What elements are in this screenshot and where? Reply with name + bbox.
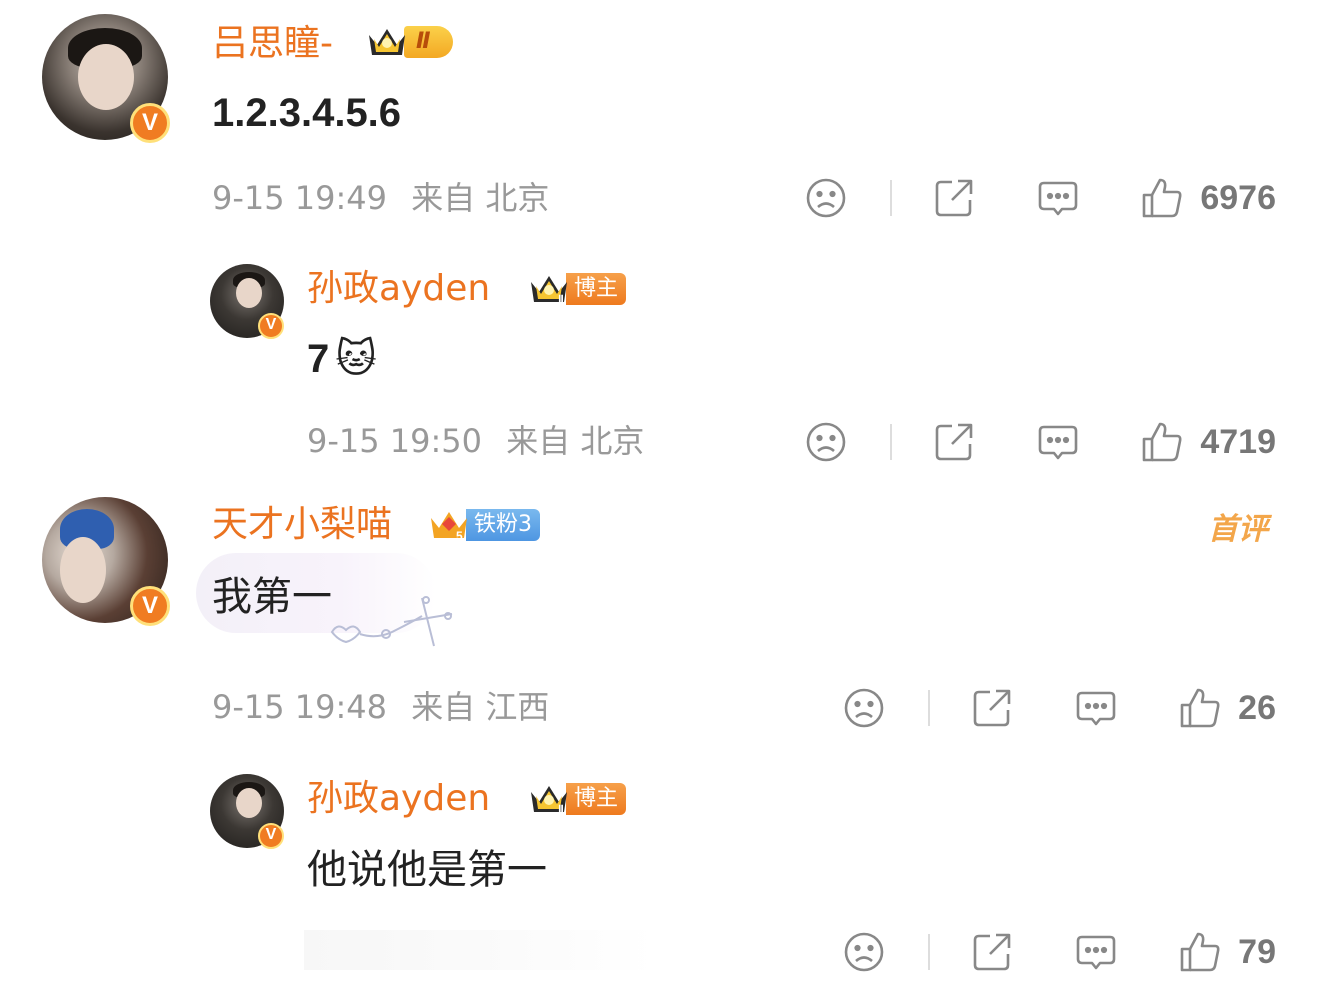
comment-text: 我第一 (212, 574, 332, 620)
divider (890, 180, 893, 216)
reply-actions: 79 (842, 928, 1276, 976)
comment-time: 9-15 19:49 (212, 179, 388, 217)
like-count: 79 (1238, 932, 1276, 971)
comment-actions: 6976 (804, 174, 1276, 222)
comment-username[interactable]: 天才小梨喵 (212, 503, 392, 547)
comment-location: 来自 北京 (411, 179, 550, 217)
meta-placeholder-bar (304, 930, 656, 970)
fan-level-tag: 铁粉3 (466, 509, 540, 541)
comment-location: 来自 江西 (411, 688, 550, 726)
verified-badge-icon: V (258, 823, 284, 849)
comment-text: 1.2.3.4.5.6 (212, 91, 402, 135)
comment-time: 9-15 19:48 (212, 688, 388, 726)
thumbs-up-icon (1140, 176, 1184, 220)
reply-actions: 4719 (804, 418, 1276, 466)
like-button[interactable]: 6976 (1140, 176, 1276, 220)
like-count: 4719 (1200, 422, 1276, 461)
sad-face-icon[interactable] (842, 686, 886, 730)
like-button[interactable]: 79 (1178, 930, 1276, 974)
comment-icon[interactable] (1036, 176, 1080, 220)
comment-icon[interactable] (1074, 930, 1118, 974)
share-icon[interactable] (932, 420, 976, 464)
sad-face-icon[interactable] (842, 930, 886, 974)
comment-icon[interactable] (1074, 686, 1118, 730)
svg-text:5: 5 (456, 529, 463, 542)
bubble-decoration-icon (326, 592, 456, 652)
like-count: 26 (1238, 688, 1276, 727)
comment-icon[interactable] (1036, 420, 1080, 464)
crown-icon: 5 (428, 508, 470, 543)
blogger-tag: 博主 (566, 783, 627, 815)
comment-meta: 9-15 19:48 来自 江西 (212, 687, 549, 727)
blogger-badge[interactable]: Ⅱ 博主 (528, 779, 627, 819)
verified-badge-icon: V (130, 586, 170, 626)
reply-location: 来自 北京 (506, 422, 645, 460)
thumbs-up-icon (1140, 420, 1184, 464)
blogger-badge[interactable]: Ⅱ 博主 (528, 269, 627, 309)
reply-meta: 9-15 19:50 来自 北京 (307, 421, 644, 461)
crown-icon (366, 25, 408, 59)
reply-username[interactable]: 孙政ayden (307, 267, 490, 311)
reply-time: 9-15 19:50 (307, 422, 483, 460)
avatar-face (60, 537, 106, 603)
crown-icon: Ⅱ (528, 782, 570, 817)
divider (890, 424, 893, 460)
comment-username[interactable]: 吕思瞳- (212, 22, 333, 66)
share-icon[interactable] (932, 176, 976, 220)
member-badge[interactable]: Ⅱ (366, 22, 453, 62)
verified-badge-icon: V (130, 103, 170, 143)
fan-badge[interactable]: 5 铁粉3 (428, 505, 540, 545)
cat-emoji-icon: 🐱 (335, 336, 377, 382)
crown-icon: Ⅱ (528, 272, 570, 307)
like-button[interactable]: 4719 (1140, 420, 1276, 464)
svg-text:Ⅱ: Ⅱ (558, 803, 564, 816)
reply-username[interactable]: 孙政ayden (307, 777, 490, 821)
first-comment-tag: 首评 (1208, 512, 1268, 547)
reply-text: 他说他是第一 (307, 847, 547, 893)
comment-meta: 9-15 19:49 来自 北京 (212, 178, 549, 218)
verified-badge-icon: V (258, 313, 284, 339)
divider (928, 934, 931, 970)
thumbs-up-icon (1178, 686, 1222, 730)
like-button[interactable]: 26 (1178, 686, 1276, 730)
reply-text: 7 🐱 (307, 334, 377, 384)
sad-face-icon[interactable] (804, 420, 848, 464)
thumbs-up-icon (1178, 930, 1222, 974)
share-icon[interactable] (970, 686, 1014, 730)
comment-actions: 26 (842, 684, 1276, 732)
member-level-tag: Ⅱ (404, 26, 453, 58)
svg-text:Ⅱ: Ⅱ (558, 293, 564, 306)
avatar-face (78, 44, 134, 110)
share-icon[interactable] (970, 930, 1014, 974)
avatar-face (236, 278, 262, 308)
avatar-face (236, 788, 262, 818)
reply-text-value: 7 (307, 337, 330, 381)
sad-face-icon[interactable] (804, 176, 848, 220)
divider (928, 690, 931, 726)
blogger-tag: 博主 (566, 273, 627, 305)
like-count: 6976 (1200, 178, 1276, 217)
